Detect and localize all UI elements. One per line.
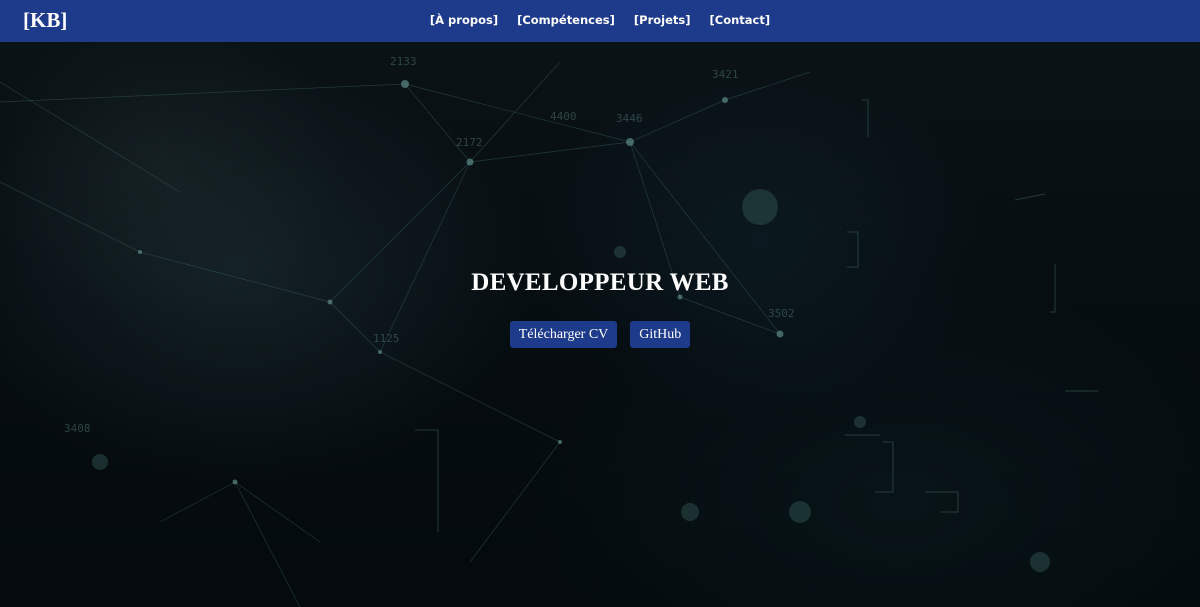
- hero-title: DEVELOPPEUR WEB: [471, 269, 729, 296]
- github-button[interactable]: GitHub: [630, 321, 691, 348]
- nav-link-projects[interactable]: [Projets]: [634, 13, 691, 27]
- bg-number: 3421: [712, 68, 739, 81]
- download-cv-button[interactable]: Télécharger CV: [509, 321, 618, 348]
- hero-actions: Télécharger CV GitHub: [0, 321, 1200, 348]
- bg-number: 3446: [616, 112, 643, 125]
- nav-link-contact[interactable]: [Contact]: [710, 13, 771, 27]
- bg-number: 2133: [390, 55, 417, 68]
- bg-number: 3408: [64, 422, 91, 435]
- bg-number: 4400: [550, 110, 577, 123]
- nav-link-about[interactable]: [À propos]: [430, 13, 498, 27]
- hero-section: 2133 3421 4400 3446 2172 3502 1125 3408 …: [0, 42, 1200, 607]
- navbar: [KB] [À propos] [Compétences] [Projets] …: [0, 0, 1200, 42]
- bg-number: 3502: [768, 307, 795, 320]
- bg-number: 2172: [456, 136, 483, 149]
- nav-link-skills[interactable]: [Compétences]: [517, 13, 615, 27]
- nav-links: [À propos] [Compétences] [Projets] [Cont…: [0, 13, 1200, 27]
